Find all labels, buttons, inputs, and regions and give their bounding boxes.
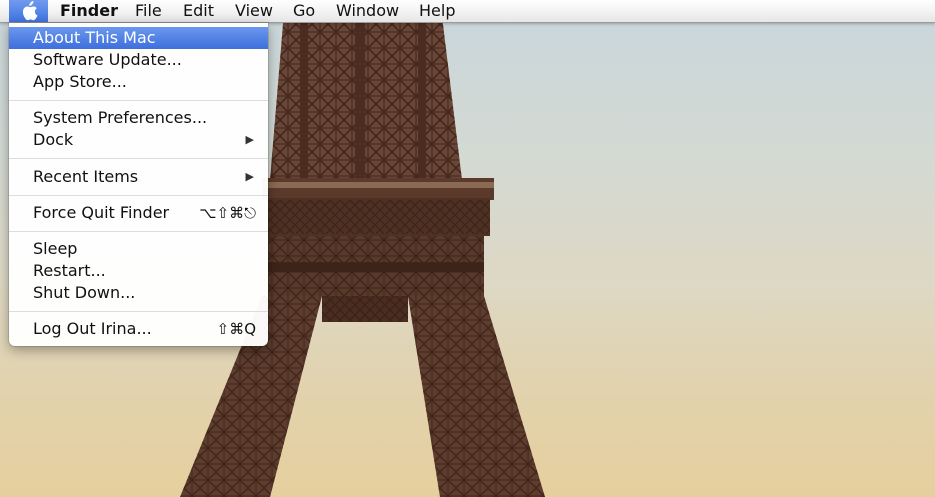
submenu-arrow-icon: ▶ bbox=[245, 170, 254, 183]
menu-item-dock[interactable]: Dock ▶ bbox=[9, 129, 268, 151]
menu-item-sleep[interactable]: Sleep bbox=[9, 238, 268, 260]
menubar-view[interactable]: View bbox=[235, 0, 273, 22]
menu-item-label: Force Quit Finder bbox=[33, 203, 170, 222]
menu-item-shut-down[interactable]: Shut Down... bbox=[9, 282, 268, 304]
menu-separator bbox=[9, 100, 268, 101]
menu-item-label: Restart... bbox=[33, 261, 106, 280]
menu-item-label: App Store... bbox=[33, 72, 127, 91]
menubar-edit[interactable]: Edit bbox=[183, 0, 214, 22]
menubar-window[interactable]: Window bbox=[336, 0, 399, 22]
keyboard-shortcut: ⇧⌘Q bbox=[216, 320, 256, 338]
menu-item-about-this-mac[interactable]: About This Mac bbox=[9, 27, 268, 49]
apple-logo-icon bbox=[22, 1, 37, 21]
menu-separator bbox=[9, 231, 268, 232]
menu-item-log-out[interactable]: Log Out Irina... ⇧⌘Q bbox=[9, 318, 268, 340]
submenu-arrow-icon: ▶ bbox=[245, 133, 254, 146]
menubar-finder[interactable]: Finder bbox=[60, 0, 118, 22]
menu-item-label: Recent Items bbox=[33, 167, 139, 186]
menu-item-label: Shut Down... bbox=[33, 283, 136, 302]
menu-item-restart[interactable]: Restart... bbox=[9, 260, 268, 282]
menu-item-software-update[interactable]: Software Update... bbox=[9, 49, 268, 71]
menu-item-system-preferences[interactable]: System Preferences... bbox=[9, 107, 268, 129]
menu-item-force-quit[interactable]: Force Quit Finder ⌥⇧⌘⎋ bbox=[9, 202, 268, 224]
menu-item-label: About This Mac bbox=[33, 28, 156, 47]
keyboard-shortcut: ⌥⇧⌘⎋ bbox=[199, 204, 256, 222]
menu-separator bbox=[9, 158, 268, 159]
menu-separator bbox=[9, 311, 268, 312]
menu-bar: Finder File Edit View Go Window Help bbox=[0, 0, 935, 23]
menu-item-label: Sleep bbox=[33, 239, 78, 258]
menu-item-label: Software Update... bbox=[33, 50, 182, 69]
apple-menu-dropdown: About This Mac Software Update... App St… bbox=[9, 23, 268, 346]
menubar-go[interactable]: Go bbox=[293, 0, 315, 22]
menu-item-label: Log Out Irina... bbox=[33, 319, 152, 338]
menu-separator bbox=[9, 195, 268, 196]
menubar-help[interactable]: Help bbox=[419, 0, 455, 22]
menu-item-label: System Preferences... bbox=[33, 108, 208, 127]
menubar-file[interactable]: File bbox=[135, 0, 162, 22]
menu-item-app-store[interactable]: App Store... bbox=[9, 71, 268, 93]
apple-menu-button[interactable] bbox=[9, 0, 48, 22]
menu-item-label: Dock bbox=[33, 130, 74, 149]
menu-item-recent-items[interactable]: Recent Items ▶ bbox=[9, 166, 268, 188]
